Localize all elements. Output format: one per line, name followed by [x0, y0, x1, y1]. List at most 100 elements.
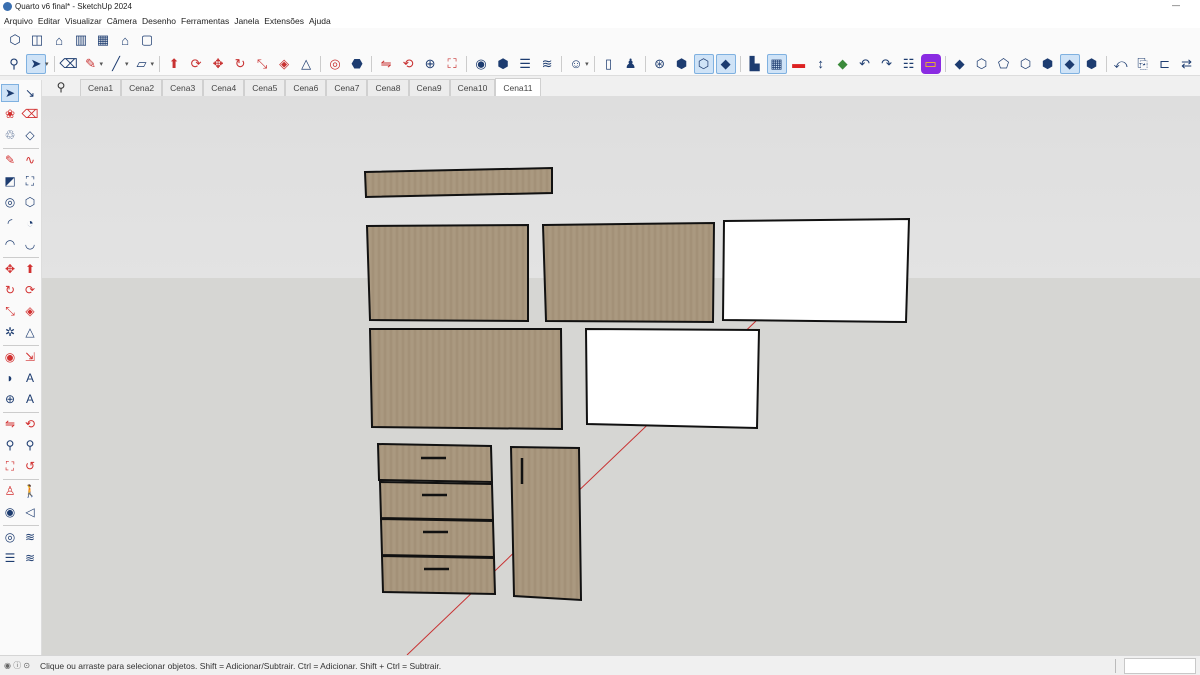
rotated-rect-icon[interactable]: ⛶	[21, 172, 39, 190]
paint-bucket-icon[interactable]: ⬣	[347, 54, 367, 74]
arc-tool-icon[interactable]: ◜	[1, 214, 19, 232]
zoom-extents-icon[interactable]: ⛶	[1, 457, 19, 475]
styles-icon[interactable]: ≋	[537, 54, 557, 74]
dimension-tool-icon[interactable]: ⇲	[21, 348, 39, 366]
redo-arrow-icon[interactable]: ↷	[877, 54, 897, 74]
text-tool-icon[interactable]: ⊏	[1155, 54, 1175, 74]
menu-desenho[interactable]: Desenho	[142, 16, 176, 26]
tab-cena6[interactable]: Cena6	[285, 79, 327, 96]
styles-icon[interactable]: ≋	[21, 549, 39, 567]
component-grid-icon[interactable]: ▦	[766, 53, 787, 74]
menu-janela[interactable]: Janela	[234, 16, 259, 26]
zoom-extents-icon[interactable]: ⛶	[442, 54, 462, 74]
follow-me-icon[interactable]: ⟳	[21, 281, 39, 299]
tab-cena11[interactable]: Cena11	[495, 78, 541, 96]
minimize-button[interactable]: —	[1172, 1, 1180, 10]
monochrome-icon[interactable]: ⬢	[1082, 54, 1102, 74]
plugin-purple-icon[interactable]: ▭	[920, 53, 941, 74]
circle-tool-icon[interactable]: ◎	[1, 193, 19, 211]
rotate-tool-icon[interactable]: ↻	[1, 281, 19, 299]
follow-me-icon[interactable]: ⟳	[186, 54, 206, 74]
tab-cena4[interactable]: Cena4	[203, 79, 245, 96]
bottom-view-icon[interactable]: ▢	[137, 30, 157, 50]
drawer-front[interactable]	[379, 517, 496, 559]
layers-icon[interactable]: ☰	[515, 54, 535, 74]
eraser-icon[interactable]: ⌫	[59, 54, 79, 74]
pie-tool-icon[interactable]: ◔	[21, 214, 39, 232]
tab-cena9[interactable]: Cena9	[408, 79, 450, 96]
account-icon[interactable]: ☺	[566, 54, 586, 74]
drawer-front[interactable]	[378, 480, 495, 522]
section-plane-icon[interactable]: ⇋	[1, 415, 19, 433]
three-d-text-icon[interactable]: A	[21, 390, 39, 408]
orbit-tool-icon[interactable]: ⟲	[21, 415, 39, 433]
tab-cena7[interactable]: Cena7	[326, 79, 368, 96]
white-door-panel[interactable]	[584, 327, 761, 430]
rectangle-tool-icon[interactable]: ◩	[1, 172, 19, 190]
polygon-tool-icon[interactable]: ⬡	[21, 193, 39, 211]
speaker-icon[interactable]: ◁	[21, 503, 39, 521]
line-tool-icon[interactable]: ╱	[106, 54, 126, 74]
search-icon[interactable]: ⚲	[42, 78, 80, 96]
zoom-window-icon[interactable]: ⚲	[21, 436, 39, 454]
layers-icon[interactable]: ☰	[1, 549, 19, 567]
chevron-down-icon[interactable]: ▾	[45, 60, 49, 68]
push-pull-icon[interactable]: ⬆	[21, 260, 39, 278]
walk-tool-icon[interactable]: 🚶	[21, 482, 39, 500]
extension-warehouse-icon[interactable]: ≋	[21, 528, 39, 546]
position-camera-icon[interactable]: ♙	[1, 482, 19, 500]
chevron-down-icon[interactable]: ▾	[585, 60, 589, 68]
rotate-tool-icon[interactable]: ↻	[230, 54, 250, 74]
top-view-icon[interactable]: ◫	[27, 30, 47, 50]
wood-door-panel[interactable]	[368, 328, 564, 431]
flip-icon[interactable]: ⇄	[1177, 54, 1197, 74]
drawer-front[interactable]	[380, 554, 497, 596]
flip-along-icon[interactable]: ✲	[1, 323, 19, 341]
cube-view-icon[interactable]: ⬢	[672, 54, 692, 74]
front-view-icon[interactable]: ⌂	[49, 30, 69, 50]
menu-extensoes[interactable]: Extensões	[264, 16, 304, 26]
extension-warehouse-icon[interactable]: ⬢	[493, 54, 513, 74]
tab-cena8[interactable]: Cena8	[367, 79, 409, 96]
scale-tool-icon[interactable]: ⤡	[1, 302, 19, 320]
three-point-arc-icon[interactable]: ◡	[21, 235, 39, 253]
status-icons[interactable]: ◉ ⓘ ⊙	[0, 660, 40, 671]
previous-view-icon[interactable]: ↺	[21, 457, 39, 475]
warehouse-icon[interactable]: ◎	[1, 528, 19, 546]
freehand-icon[interactable]: ∿	[21, 151, 39, 169]
component-icon[interactable]: ♲	[1, 126, 19, 144]
intersect-icon[interactable]: △	[21, 323, 39, 341]
section-plane-icon[interactable]: ⇋	[376, 54, 396, 74]
wood-door-panel[interactable]	[541, 221, 716, 324]
move-tool-icon[interactable]: ✥	[1, 260, 19, 278]
push-pull-icon[interactable]: ⬆	[164, 54, 184, 74]
tab-cena1[interactable]: Cena1	[80, 79, 122, 96]
menu-camera[interactable]: Câmera	[107, 16, 137, 26]
hidden-line-icon[interactable]: ⬡	[1016, 54, 1036, 74]
search-icon[interactable]: ⚲	[4, 54, 24, 74]
align-bottom-icon[interactable]: ▙	[745, 54, 765, 74]
menu-editar[interactable]: Editar	[38, 16, 60, 26]
two-point-arc-icon[interactable]: ◠	[1, 235, 19, 253]
height-tool-icon[interactable]: ↕	[811, 54, 831, 74]
scale-tool-icon[interactable]: ⤡	[252, 54, 272, 74]
wood-door-panel[interactable]	[365, 223, 529, 323]
protractor-icon[interactable]: ◗	[1, 369, 19, 387]
tape-measure-icon[interactable]: ◎	[325, 54, 345, 74]
move-tool-icon[interactable]: ✥	[208, 54, 228, 74]
offset-tool-icon[interactable]: ◈	[274, 54, 294, 74]
shaded-textures-icon[interactable]: ◆	[1059, 53, 1080, 74]
paste-icon[interactable]: ⎘	[1133, 54, 1153, 74]
right-view-icon[interactable]: ▥	[71, 30, 91, 50]
shaded-icon[interactable]: ⬢	[1038, 54, 1058, 74]
chevron-down-icon[interactable]: ▾	[151, 60, 155, 68]
text-label-icon[interactable]: A	[21, 369, 39, 387]
pencil-icon[interactable]: ✎	[1, 151, 19, 169]
left-view-icon[interactable]: ⌂	[115, 30, 135, 50]
offset-tool-icon[interactable]: ◈	[21, 302, 39, 320]
warehouse-icon[interactable]: ◉	[471, 54, 491, 74]
white-door-panel[interactable]	[721, 217, 911, 324]
measurements-box[interactable]	[1124, 658, 1196, 674]
shaded-cube-icon[interactable]: ◆	[715, 53, 736, 74]
dimension-red-icon[interactable]: ▬	[789, 54, 809, 74]
